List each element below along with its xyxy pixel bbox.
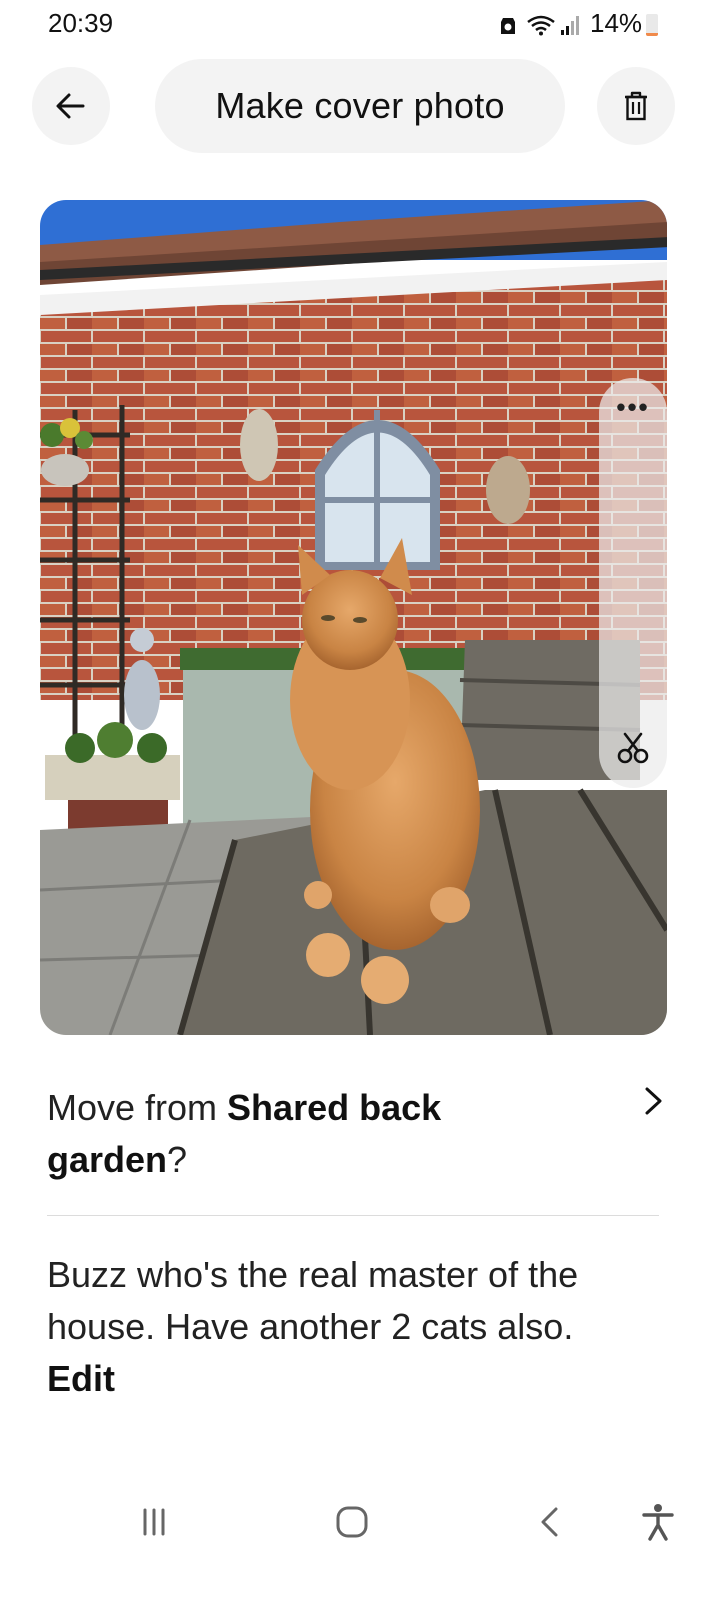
caption-text: Buzz who's the real master of the house.… (47, 1254, 579, 1347)
back-nav-button[interactable] (527, 1500, 571, 1544)
arrow-left-icon (56, 93, 85, 119)
battery-percent: 14% (590, 8, 643, 38)
home-icon (336, 1506, 368, 1538)
status-bar: 20:39 14% (0, 0, 720, 50)
caption-section: Buzz who's the real master of the house.… (47, 1249, 667, 1405)
recent-apps-button[interactable] (132, 1500, 176, 1544)
move-suffix: ? (167, 1139, 188, 1180)
cover-photo[interactable] (40, 200, 667, 1035)
scissors-icon[interactable] (615, 730, 651, 766)
photo-tools-panel: ••• (599, 378, 667, 788)
chevron-right-icon (645, 1087, 662, 1115)
move-prefix: Move from (47, 1087, 228, 1128)
divider (47, 1215, 659, 1216)
wifi-icon (527, 15, 555, 36)
accessibility-icon (642, 1504, 674, 1541)
home-button[interactable] (330, 1500, 374, 1544)
back-icon (541, 1507, 558, 1537)
signal-icon (561, 16, 579, 35)
battery-level (646, 32, 658, 36)
system-nav-bar (0, 1470, 720, 1570)
trash-icon (625, 91, 647, 121)
move-album-text: Move from Shared back garden? (47, 1082, 517, 1186)
app-notification-icon (501, 18, 515, 34)
delete-button[interactable] (597, 67, 675, 145)
back-button[interactable] (32, 67, 110, 145)
status-time: 20:39 (48, 8, 114, 38)
cat-photo-image (40, 200, 667, 1035)
battery-icon (646, 14, 658, 36)
recent-apps-icon (143, 1508, 165, 1536)
more-options-button[interactable]: ••• (599, 392, 667, 423)
accessibility-button[interactable] (636, 1500, 680, 1544)
edit-caption-link[interactable]: Edit (47, 1353, 667, 1405)
move-album-row[interactable]: Move from Shared back garden? (47, 1082, 667, 1202)
page-title: Make cover photo (155, 59, 565, 153)
